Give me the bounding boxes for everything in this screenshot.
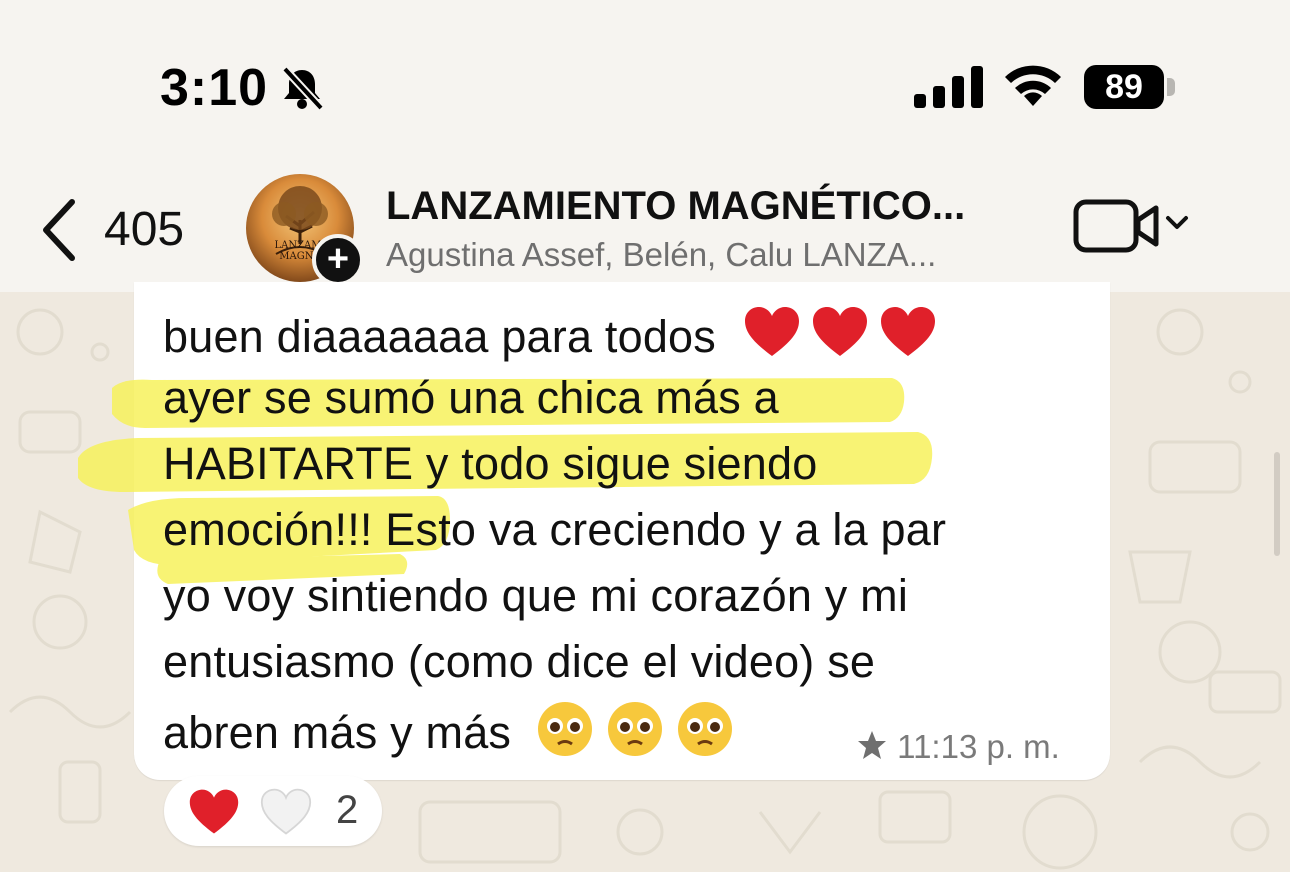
white-heart-icon (260, 788, 312, 835)
chat-screen: 3:10 89 405 LANZAMI MAGNE + LANZAMIENTO … (0, 0, 1290, 872)
red-heart-icon (744, 307, 799, 356)
reaction-count: 2 (336, 788, 359, 832)
star-icon (858, 731, 886, 759)
red-heart-icon (189, 789, 239, 834)
message-text: buen diaaaaaaa para todos (163, 311, 716, 362)
red-heart-icon (880, 307, 935, 356)
red-heart-icon (812, 307, 867, 356)
message-line: ayer se sumó una chica más a (163, 372, 779, 423)
message-line: HABITARTE y todo sigue siendo (163, 438, 818, 489)
message-text: abren más y más (163, 707, 512, 758)
message-line: yo voy sintiendo que mi corazón y mi (163, 570, 909, 621)
scrollbar[interactable] (1274, 452, 1280, 556)
message-time: 11:13 p. m. (897, 728, 1060, 765)
message-meta: 11:13 p. m. (856, 728, 1060, 766)
pleading-face-icon (677, 702, 732, 756)
pleading-face-icon (607, 702, 662, 756)
reactions-pill[interactable]: 2 (164, 776, 382, 846)
message-line: buen diaaaaaaa para todos (163, 306, 947, 363)
pleading-face-icon (537, 702, 592, 756)
message-line: abren más y más (163, 700, 746, 759)
message-line: entusiasmo (como dice el video) se (163, 636, 876, 687)
message-line: emoción!!! Esto va creciendo y a la par (163, 504, 947, 555)
